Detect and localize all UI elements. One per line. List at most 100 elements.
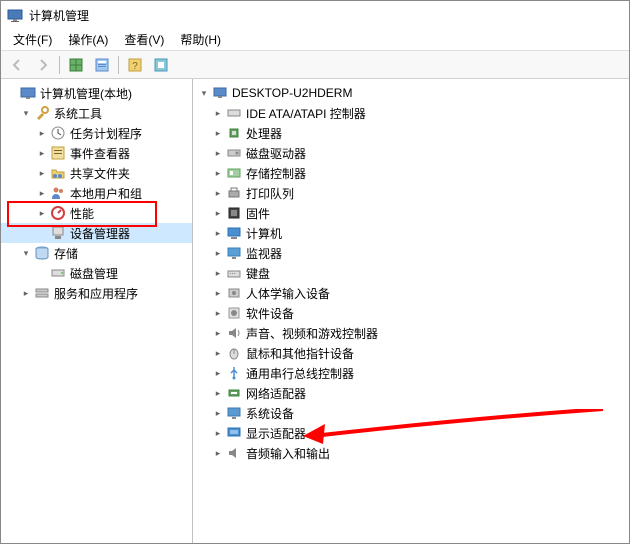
tree-services[interactable]: ▸ 服务和应用程序 — [1, 283, 192, 303]
audio-icon — [226, 325, 242, 341]
tree-label: 网络适配器 — [246, 385, 306, 402]
expander-icon[interactable] — [5, 86, 19, 100]
device-system[interactable]: ▸ 系统设备 — [193, 403, 629, 423]
expander-icon[interactable]: ▸ — [211, 326, 225, 340]
expander-icon[interactable]: ▸ — [211, 206, 225, 220]
device-print[interactable]: ▸ 打印队列 — [193, 183, 629, 203]
back-button[interactable] — [5, 54, 29, 76]
event-icon — [50, 145, 66, 161]
tree-label: 固件 — [246, 205, 270, 222]
expander-icon[interactable]: ▸ — [211, 426, 225, 440]
expander-icon[interactable]: ▾ — [197, 86, 211, 100]
tree-label: DESKTOP-U2HDERM — [232, 86, 352, 100]
hid-icon — [226, 285, 242, 301]
menu-action[interactable]: 操作(A) — [60, 29, 116, 50]
device-software[interactable]: ▸ 软件设备 — [193, 303, 629, 323]
expander-icon[interactable]: ▸ — [211, 246, 225, 260]
expander-icon[interactable]: ▸ — [211, 166, 225, 180]
scheduler-icon — [50, 125, 66, 141]
expander-icon[interactable]: ▸ — [211, 306, 225, 320]
tree-label: 设备管理器 — [70, 225, 130, 242]
expander-icon[interactable]: ▸ — [211, 226, 225, 240]
device-computer[interactable]: ▸ 计算机 — [193, 223, 629, 243]
tree-shared-folders[interactable]: ▸ 共享文件夹 — [1, 163, 192, 183]
expander-icon[interactable]: ▸ — [211, 286, 225, 300]
expander-icon[interactable]: ▸ — [211, 106, 225, 120]
device-display-adapter[interactable]: ▸ 显示适配器 — [193, 423, 629, 443]
device-monitor[interactable]: ▸ 监视器 — [193, 243, 629, 263]
tree-local-users[interactable]: ▸ 本地用户和组 — [1, 183, 192, 203]
expander-icon[interactable]: ▸ — [35, 126, 49, 140]
expander-icon[interactable]: ▸ — [211, 446, 225, 460]
tree-label: 处理器 — [246, 125, 282, 142]
performance-icon — [50, 205, 66, 221]
device-usb[interactable]: ▸ 通用串行总线控制器 — [193, 363, 629, 383]
expander-icon[interactable]: ▸ — [35, 166, 49, 180]
expander-icon[interactable]: ▸ — [211, 186, 225, 200]
expander-icon[interactable]: ▸ — [211, 146, 225, 160]
device-keyboard[interactable]: ▸ 键盘 — [193, 263, 629, 283]
tree-device-manager[interactable]: 设备管理器 — [1, 223, 192, 243]
tree-label: 事件查看器 — [70, 145, 130, 162]
tree-label: 显示适配器 — [246, 425, 306, 442]
device-network[interactable]: ▸ 网络适配器 — [193, 383, 629, 403]
computer-management-icon — [20, 85, 36, 101]
expander-icon[interactable]: ▸ — [211, 366, 225, 380]
expander-icon[interactable]: ▸ — [211, 406, 225, 420]
tree-label: 系统设备 — [246, 405, 294, 422]
device-mouse[interactable]: ▸ 鼠标和其他指针设备 — [193, 343, 629, 363]
expander-icon[interactable]: ▸ — [211, 346, 225, 360]
expander-icon[interactable]: ▾ — [19, 106, 33, 120]
refresh-button[interactable] — [149, 54, 173, 76]
tree-label: IDE ATA/ATAPI 控制器 — [246, 105, 366, 122]
device-ide[interactable]: ▸ IDE ATA/ATAPI 控制器 — [193, 103, 629, 123]
tree-label: 任务计划程序 — [70, 125, 142, 142]
expander-icon[interactable]: ▾ — [19, 246, 33, 260]
computer-icon — [212, 85, 228, 101]
tree-root-computer-management[interactable]: 计算机管理(本地) — [1, 83, 192, 103]
menu-help[interactable]: 帮助(H) — [172, 29, 229, 50]
device-audio[interactable]: ▸ 声音、视频和游戏控制器 — [193, 323, 629, 343]
expander-icon[interactable]: ▸ — [35, 186, 49, 200]
show-hide-button[interactable] — [64, 54, 88, 76]
shared-icon — [50, 165, 66, 181]
menu-view[interactable]: 查看(V) — [116, 29, 172, 50]
pc-icon — [226, 225, 242, 241]
expander-icon[interactable]: ▸ — [35, 146, 49, 160]
device-hid[interactable]: ▸ 人体学输入设备 — [193, 283, 629, 303]
expander-icon[interactable] — [35, 266, 49, 280]
tree-disk-management[interactable]: 磁盘管理 — [1, 263, 192, 283]
expander-icon[interactable]: ▸ — [211, 126, 225, 140]
expander-icon[interactable]: ▸ — [211, 266, 225, 280]
device-storage-controller[interactable]: ▸ 存储控制器 — [193, 163, 629, 183]
tree-label: 存储控制器 — [246, 165, 306, 182]
titlebar: 计算机管理 — [1, 1, 629, 29]
device-audio-io[interactable]: ▸ 音频输入和输出 — [193, 443, 629, 463]
device-root[interactable]: ▾ DESKTOP-U2HDERM — [193, 83, 629, 103]
keyboard-icon — [226, 265, 242, 281]
tree-task-scheduler[interactable]: ▸ 任务计划程序 — [1, 123, 192, 143]
help-button[interactable]: ? — [123, 54, 147, 76]
device-cpu[interactable]: ▸ 处理器 — [193, 123, 629, 143]
storage-controller-icon — [226, 165, 242, 181]
properties-button[interactable] — [90, 54, 114, 76]
tree-storage[interactable]: ▾ 存储 — [1, 243, 192, 263]
device-disk[interactable]: ▸ 磁盘驱动器 — [193, 143, 629, 163]
tree-event-viewer[interactable]: ▸ 事件查看器 — [1, 143, 192, 163]
expander-icon[interactable]: ▸ — [35, 206, 49, 220]
tree-label: 打印队列 — [246, 185, 294, 202]
expander-icon[interactable]: ▸ — [19, 286, 33, 300]
tree-system-tools[interactable]: ▾ 系统工具 — [1, 103, 192, 123]
app-icon — [7, 7, 23, 23]
expander-icon[interactable] — [35, 226, 49, 240]
forward-button[interactable] — [31, 54, 55, 76]
expander-icon[interactable]: ▸ — [211, 386, 225, 400]
device-firmware[interactable]: ▸ 固件 — [193, 203, 629, 223]
tree-label: 服务和应用程序 — [54, 285, 138, 302]
tree-performance[interactable]: ▸ 性能 — [1, 203, 192, 223]
menu-file[interactable]: 文件(F) — [5, 29, 60, 50]
toolbar-separator — [59, 56, 60, 74]
storage-icon — [34, 245, 50, 261]
tree-label: 磁盘驱动器 — [246, 145, 306, 162]
tree-label: 监视器 — [246, 245, 282, 262]
